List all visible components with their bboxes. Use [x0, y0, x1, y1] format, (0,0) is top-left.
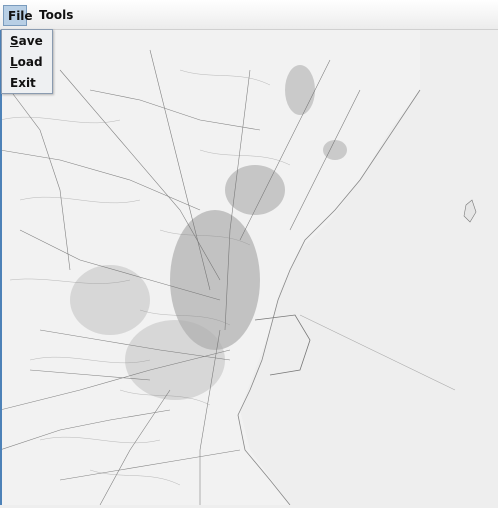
menu-file[interactable]: File — [3, 5, 33, 26]
file-menu-popup: Save Load Exit — [1, 29, 53, 94]
menu-bar: File Tools — [0, 0, 498, 30]
load-label-rest: oad — [17, 55, 43, 69]
menu-item-load[interactable]: Load — [10, 53, 43, 71]
menu-item-save[interactable]: Save — [10, 32, 43, 50]
save-label-rest: ave — [18, 34, 43, 48]
street-map-drawing — [0, 30, 477, 506]
window-left-border — [0, 30, 2, 505]
menu-item-exit[interactable]: Exit — [10, 74, 36, 92]
load-mnemonic: L — [10, 55, 18, 69]
menu-tools[interactable]: Tools — [35, 5, 77, 26]
save-mnemonic: S — [10, 34, 19, 48]
street-map-canvas[interactable] — [0, 30, 498, 506]
